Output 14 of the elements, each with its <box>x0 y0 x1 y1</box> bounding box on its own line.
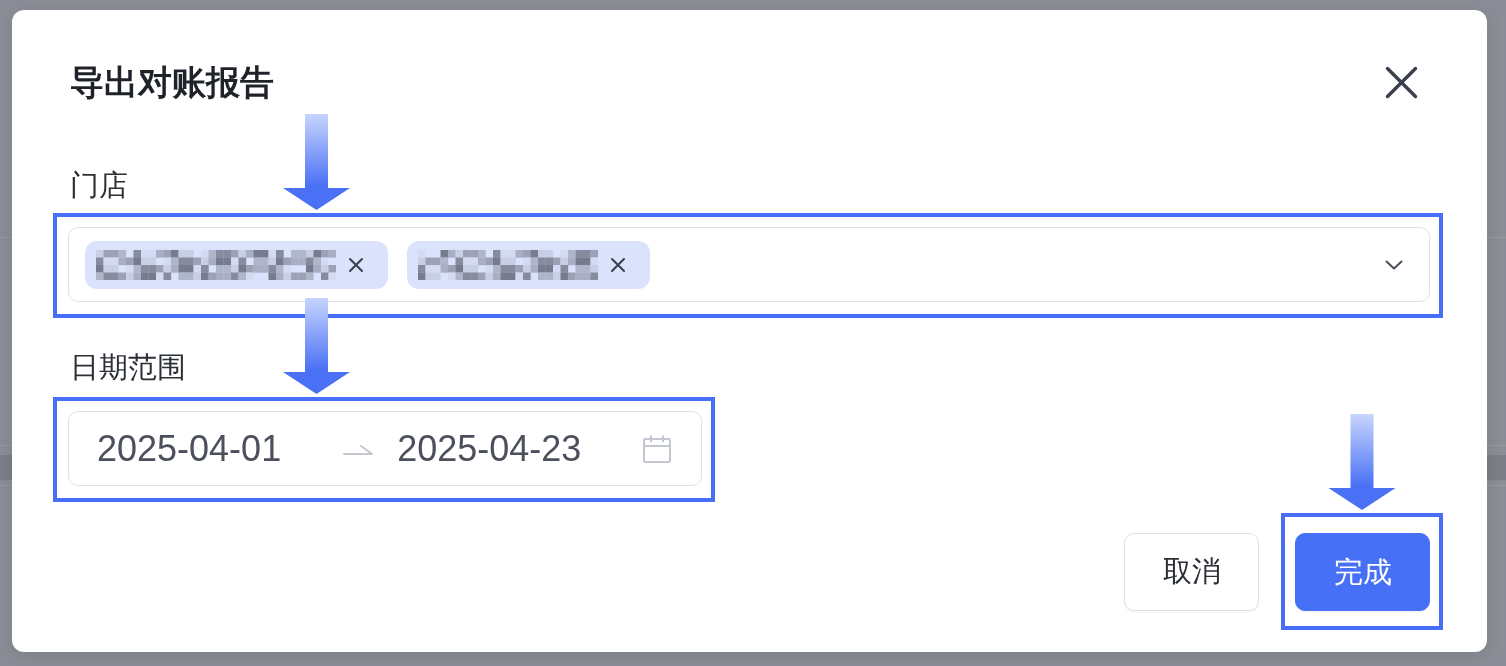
done-button[interactable]: 完成 <box>1295 533 1430 611</box>
remove-icon[interactable] <box>348 256 364 273</box>
chevron-down-icon <box>1385 259 1403 270</box>
close-icon <box>1385 65 1418 99</box>
start-date-input[interactable]: 2025-04-01 <box>97 426 282 471</box>
date-range-field[interactable]: 2025-04-01 2025-04-23 <box>68 411 702 486</box>
field-label: 日期范围 <box>70 350 186 385</box>
remove-icon[interactable] <box>610 256 626 273</box>
close-button[interactable] <box>1385 65 1418 99</box>
field-label: 门店 <box>70 168 128 203</box>
dialog-title: 导出对账报告 <box>70 62 274 102</box>
cancel-button[interactable]: 取消 <box>1124 532 1259 611</box>
calendar-icon <box>642 433 672 464</box>
end-date-input[interactable]: 2025-04-23 <box>397 426 582 471</box>
